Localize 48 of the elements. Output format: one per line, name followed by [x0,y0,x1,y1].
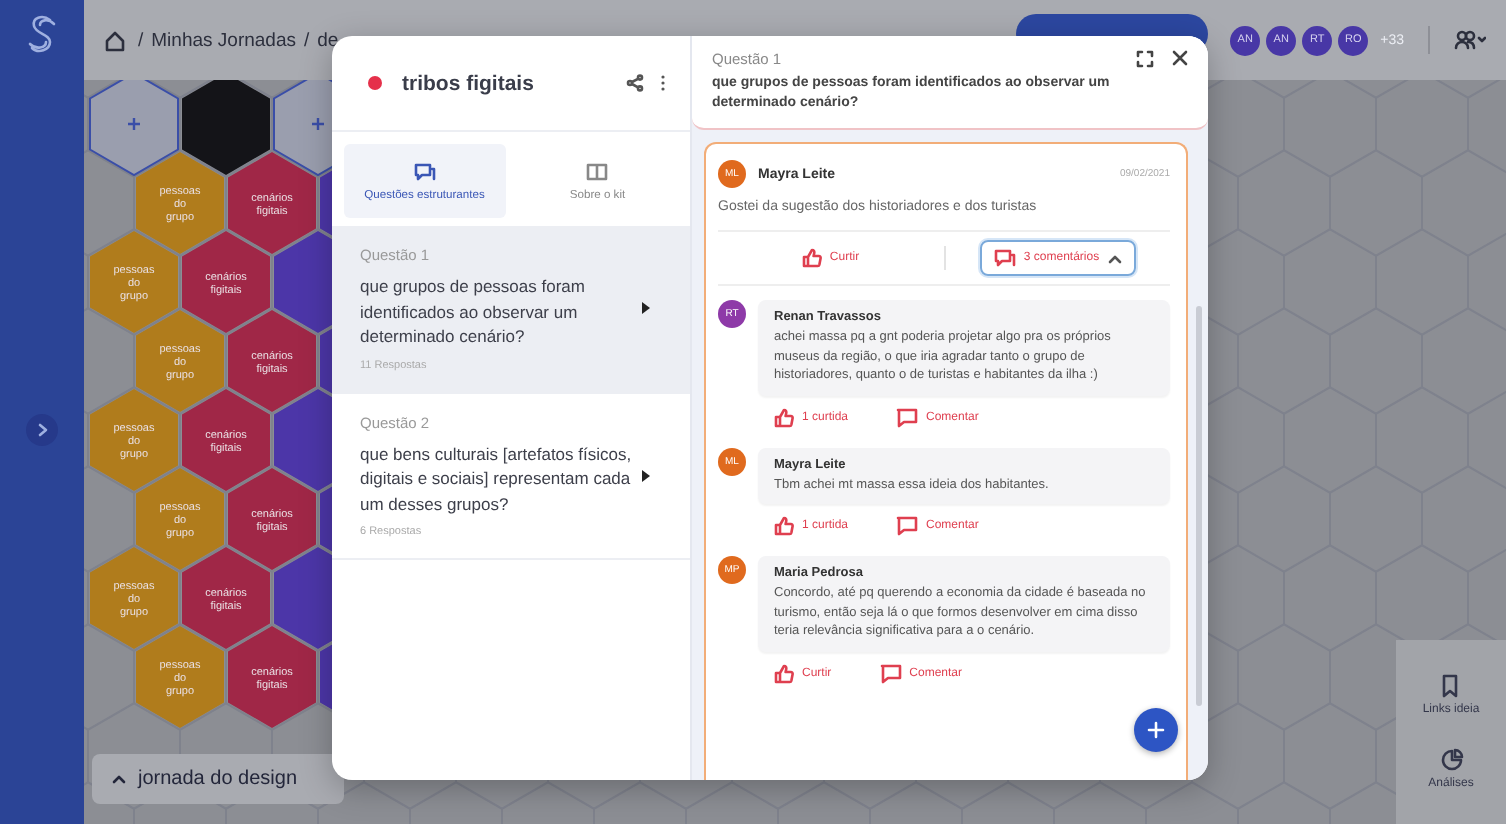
breadcrumb-separator: / [304,29,310,51]
hex-tile[interactable] [136,310,224,412]
speech-bubble-icon [896,407,919,427]
breadcrumb-separator: / [138,29,144,51]
chevron-right-icon [36,422,48,438]
hex-tile[interactable] [182,547,270,649]
add-tile[interactable] [89,80,179,177]
scrollbar[interactable] [1196,306,1202,706]
thumbs-up-icon [774,663,794,683]
chat-icon [993,248,1016,268]
breadcrumb-link[interactable]: Minhas Jornadas [151,29,296,51]
hex-tile[interactable] [228,626,316,728]
logo-icon [26,14,58,54]
kit-title: tribos figitais [402,71,536,95]
pie-chart-icon[interactable] [1439,748,1463,773]
hex-tile[interactable] [228,310,316,412]
thumbs-up-icon [774,516,794,536]
chat-icon [413,162,436,182]
caret-up-icon [1107,253,1122,263]
question-text: que grupos de pessoas foram identificados ao observar um determinado cenário? [360,274,587,349]
hex-tile[interactable] [182,389,270,491]
journey-bar[interactable]: jornada do design [92,754,344,804]
expand-button[interactable] [26,414,58,446]
speech-bubble-icon [896,516,919,536]
caret-up-icon [112,774,126,784]
hex-tile[interactable] [90,231,178,333]
hex-tile[interactable] [182,80,270,175]
question-text: que bens culturais [artefatos físicos, digitais e sociais] representam cada um desses grupos? [360,441,634,516]
book-icon [586,162,609,182]
plus-icon [1146,720,1166,740]
hex-tile[interactable] [228,468,316,570]
breadcrumb-link[interactable]: de [317,29,339,51]
hex-tile[interactable] [136,626,224,728]
hex-tile[interactable] [136,468,224,570]
share-icon[interactable] [626,74,644,92]
hex-tile[interactable] [228,152,316,254]
journey-title: jornada do design [138,768,298,790]
hex-tile[interactable] [136,152,224,254]
hex-tile[interactable] [90,389,178,491]
home-icon[interactable] [104,29,126,51]
more-icon[interactable] [660,74,666,92]
hex-tile[interactable] [90,547,178,649]
bookmark-icon[interactable] [1440,673,1461,698]
thumbs-up-icon [801,248,822,268]
thumbs-up-icon [774,407,794,427]
speech-bubble-icon [879,663,902,683]
users-icon[interactable] [1454,30,1486,50]
hex-tile[interactable] [182,231,270,333]
